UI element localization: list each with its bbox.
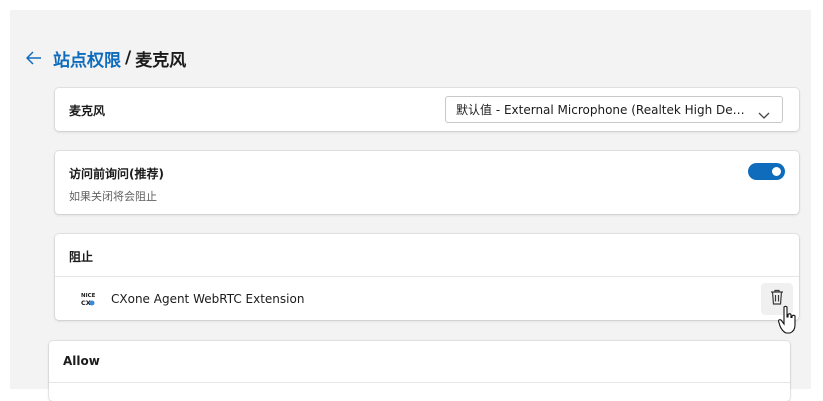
ask-before-toggle[interactable] bbox=[748, 163, 785, 180]
page-title: 麦克风 bbox=[135, 50, 187, 71]
block-title: 阻止 bbox=[69, 250, 94, 264]
block-card: 阻止 NICE CX CXone Agent WebRTC Extension bbox=[55, 234, 799, 320]
arrow-left-icon[interactable] bbox=[25, 49, 43, 67]
device-card: 麦克风 默认值 - External Microphone (Realtek H… bbox=[55, 88, 799, 131]
extension-name: CXone Agent WebRTC Extension bbox=[111, 292, 305, 306]
ask-before-card: 访问前询问(推荐) 如果关闭将会阻止 bbox=[55, 151, 799, 214]
breadcrumb-site-permissions-link[interactable]: 站点权限 bbox=[53, 46, 121, 71]
divider bbox=[55, 276, 799, 277]
svg-text:CX: CX bbox=[81, 299, 91, 307]
cxone-extension-icon: NICE CX bbox=[81, 291, 96, 307]
breadcrumb-separator: / bbox=[125, 48, 132, 68]
microphone-select[interactable]: 默认值 - External Microphone (Realtek High … bbox=[445, 96, 783, 123]
ask-before-description: 如果关闭将会阻止 bbox=[69, 190, 157, 203]
microphone-select-value: 默认值 - External Microphone (Realtek High … bbox=[456, 103, 748, 117]
trash-icon bbox=[770, 289, 784, 309]
allow-card: Allow bbox=[49, 341, 790, 401]
allow-title: Allow bbox=[63, 354, 100, 368]
ask-before-label: 访问前询问(推荐) bbox=[69, 167, 164, 181]
device-label: 麦克风 bbox=[69, 104, 106, 118]
divider bbox=[49, 382, 790, 383]
remove-button[interactable] bbox=[761, 283, 793, 315]
breadcrumb: 站点权限 / 麦克风 bbox=[25, 44, 186, 72]
chevron-down-icon bbox=[758, 105, 770, 124]
toggle-knob bbox=[772, 167, 781, 176]
